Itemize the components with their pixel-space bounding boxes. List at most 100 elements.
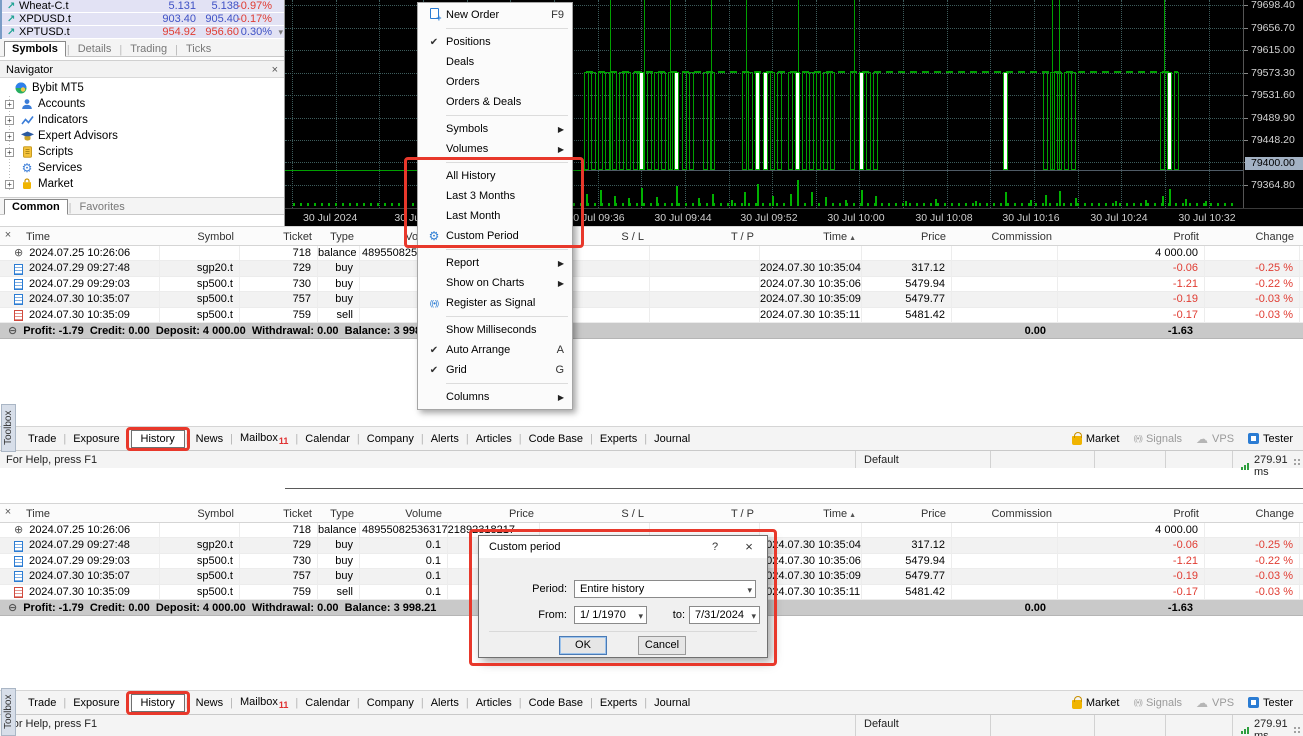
volume-tick xyxy=(363,203,365,206)
service-tab-label: VPS xyxy=(1212,433,1234,445)
to-date-select[interactable]: 7/31/2024 ▾ xyxy=(689,606,760,624)
menu-item-custom-period[interactable]: ⚙Custom Period xyxy=(418,226,572,246)
expand-plus-icon[interactable]: + xyxy=(5,148,14,157)
close-icon[interactable]: × xyxy=(272,61,278,79)
tab-trade[interactable]: Trade xyxy=(22,695,62,711)
nav-item-indicators[interactable]: +Indicators xyxy=(0,112,284,128)
history-row[interactable]: ⊕2024.07.25 10:26:06718balance4 000.0048… xyxy=(0,246,1303,261)
tab-articles[interactable]: Articles xyxy=(470,695,518,711)
history-row[interactable]: 2024.07.29 09:27:48sgp20.t729buy0.12024.… xyxy=(0,261,1303,276)
service-tab-market[interactable]: Market xyxy=(1072,697,1120,709)
menu-item-symbols[interactable]: Symbols▶ xyxy=(418,119,572,139)
tab-alerts[interactable]: Alerts xyxy=(425,695,465,711)
period-select[interactable]: Entire history ▾ xyxy=(574,580,756,598)
volume-tick xyxy=(839,203,841,206)
expand-plus-icon[interactable]: + xyxy=(5,116,14,125)
tab-history[interactable]: History xyxy=(131,694,185,712)
deal-time: ⊕2024.07.25 10:26:06 xyxy=(0,246,160,261)
symbol-row-wheat-c-t[interactable]: ↗Wheat-C.t5.1315.138-0.97% xyxy=(2,0,284,13)
menu-item-columns[interactable]: Columns▶ xyxy=(418,387,572,407)
nav-item-expert-advisors[interactable]: +Expert Advisors xyxy=(0,128,284,144)
nav-item-bybit-mt5[interactable]: Bybit MT5 xyxy=(0,80,284,96)
menu-item-positions[interactable]: ✔Positions xyxy=(418,32,572,52)
toolbox-vertical-tab[interactable]: Toolbox xyxy=(1,688,16,736)
tab-calendar[interactable]: Calendar xyxy=(299,695,356,711)
volume-tick xyxy=(1063,203,1065,206)
menu-item-show-milliseconds[interactable]: Show Milliseconds xyxy=(418,320,572,340)
history-row[interactable]: 2024.07.30 10:35:09sp500.t759sell0.12024… xyxy=(0,308,1303,323)
tab-journal[interactable]: Journal xyxy=(648,695,696,711)
symbols-tab-trading[interactable]: Trading xyxy=(123,42,174,56)
ok-button[interactable]: OK xyxy=(559,636,607,655)
commission xyxy=(952,277,1058,292)
candle-hollow xyxy=(647,72,652,170)
tab-exposure[interactable]: Exposure xyxy=(67,431,125,447)
toolbox-close-icon[interactable]: × xyxy=(2,229,14,241)
expand-plus-icon[interactable]: + xyxy=(5,132,14,141)
symbol-row-xptusd-t[interactable]: ↗XPTUSD.t954.92956.600.30% xyxy=(2,26,284,39)
tab-alerts[interactable]: Alerts xyxy=(425,431,465,447)
service-tab-signals[interactable]: ((•))Signals xyxy=(1133,433,1182,445)
history-row[interactable]: 2024.07.30 10:35:07sp500.t757buy0.12024.… xyxy=(0,292,1303,307)
navigator-tab-favorites[interactable]: Favorites xyxy=(73,200,132,214)
scrollbar-down-icon[interactable]: ▾ xyxy=(278,27,283,38)
service-tab-signals[interactable]: ((•))Signals xyxy=(1133,697,1182,709)
menu-item-all-history[interactable]: All History xyxy=(418,166,572,186)
tab-mailbox[interactable]: Mailbox11 xyxy=(234,430,294,448)
tab-trade[interactable]: Trade xyxy=(22,431,62,447)
tab-news[interactable]: News xyxy=(190,431,230,447)
tab-news[interactable]: News xyxy=(190,695,230,711)
menu-item-orders-deals[interactable]: Orders & Deals xyxy=(418,92,572,112)
menu-item-register-as-signal[interactable]: ((•))Register as Signal xyxy=(418,293,572,313)
tab-history[interactable]: History xyxy=(131,430,185,448)
volume-tick xyxy=(1182,203,1184,206)
close-price: 5481.42 xyxy=(862,585,952,600)
tab-articles[interactable]: Articles xyxy=(470,431,518,447)
toolbox-close-icon[interactable]: × xyxy=(2,506,14,518)
toolbox-vertical-tab[interactable]: Toolbox xyxy=(1,404,16,452)
from-date-select[interactable]: 1/ 1/1970 ▾ xyxy=(574,606,647,624)
tab-mailbox[interactable]: Mailbox11 xyxy=(234,694,294,712)
nav-item-market[interactable]: +Market xyxy=(0,176,284,192)
tab-company[interactable]: Company xyxy=(361,431,420,447)
nav-item-services[interactable]: ⚙Services xyxy=(0,160,284,176)
service-tab-vps[interactable]: ☁VPS xyxy=(1196,696,1234,710)
history-row[interactable]: 2024.07.29 09:29:03sp500.t730buy0.12024.… xyxy=(0,277,1303,292)
expand-plus-icon[interactable]: + xyxy=(5,180,14,189)
cancel-button[interactable]: Cancel xyxy=(638,636,686,655)
dialog-close-icon[interactable]: × xyxy=(737,536,761,558)
tab-code-base[interactable]: Code Base xyxy=(523,431,589,447)
nav-item-accounts[interactable]: +Accounts xyxy=(0,96,284,112)
symbols-tab-symbols[interactable]: Symbols xyxy=(4,41,66,57)
tab-journal[interactable]: Journal xyxy=(648,431,696,447)
symbol-row-xpdusd-t[interactable]: ↗XPDUSD.t903.40905.40-0.17% xyxy=(2,13,284,26)
dialog-help-button[interactable]: ? xyxy=(705,536,725,558)
network-signal-icon xyxy=(1241,727,1249,734)
menu-item-grid[interactable]: ✔GridG xyxy=(418,360,572,380)
tab-experts[interactable]: Experts xyxy=(594,431,643,447)
service-tab-market[interactable]: Market xyxy=(1072,433,1120,445)
service-tab-tester[interactable]: Tester xyxy=(1248,433,1293,445)
menu-item-orders[interactable]: Orders xyxy=(418,72,572,92)
menu-item-volumes[interactable]: Volumes▶ xyxy=(418,139,572,159)
change: -0.03 % xyxy=(1205,569,1300,584)
symbols-tab-ticks[interactable]: Ticks xyxy=(179,42,218,56)
menu-item-report[interactable]: Report▶ xyxy=(418,253,572,273)
tab-experts[interactable]: Experts xyxy=(594,695,643,711)
navigator-tab-common[interactable]: Common xyxy=(4,199,68,215)
menu-item-last-3-months[interactable]: Last 3 Months xyxy=(418,186,572,206)
service-tab-tester[interactable]: Tester xyxy=(1248,697,1293,709)
menu-item-deals[interactable]: Deals xyxy=(418,52,572,72)
tab-company[interactable]: Company xyxy=(361,695,420,711)
tab-exposure[interactable]: Exposure xyxy=(67,695,125,711)
symbols-tab-details[interactable]: Details xyxy=(71,42,119,56)
expand-plus-icon[interactable]: + xyxy=(5,100,14,109)
menu-item-last-month[interactable]: Last Month xyxy=(418,206,572,226)
tab-calendar[interactable]: Calendar xyxy=(299,431,356,447)
menu-item-new-order[interactable]: New OrderF9 xyxy=(418,5,572,25)
nav-item-scripts[interactable]: +Scripts xyxy=(0,144,284,160)
service-tab-vps[interactable]: ☁VPS xyxy=(1196,432,1234,446)
menu-item-auto-arrange[interactable]: ✔Auto ArrangeA xyxy=(418,340,572,360)
tab-code-base[interactable]: Code Base xyxy=(523,695,589,711)
menu-item-show-on-charts[interactable]: Show on Charts▶ xyxy=(418,273,572,293)
